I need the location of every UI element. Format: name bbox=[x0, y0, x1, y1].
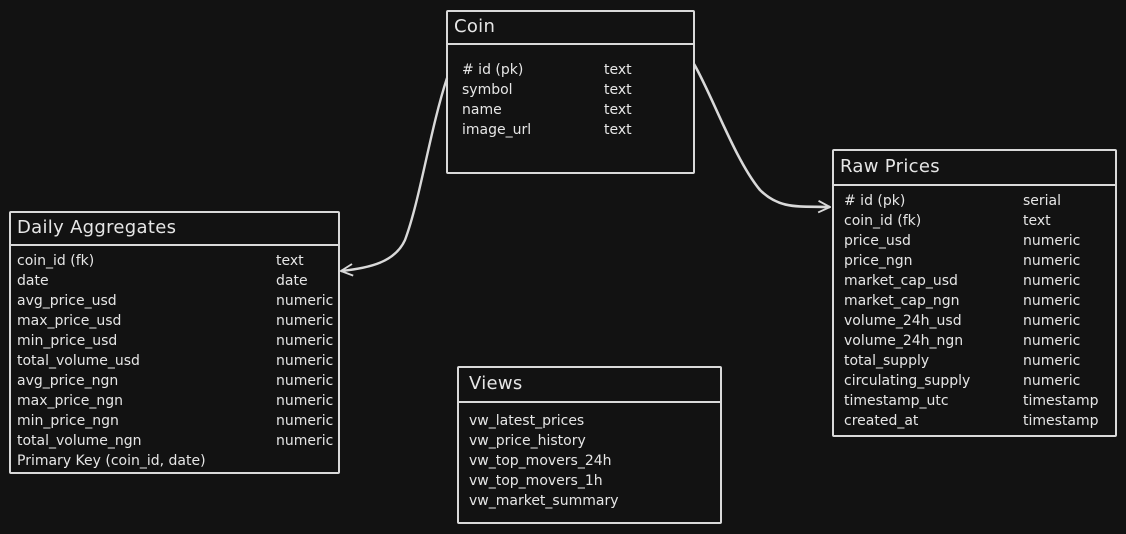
field-name: image_url bbox=[462, 122, 532, 138]
field-name: # id (pk) bbox=[844, 193, 906, 209]
raw-prices-field-list: # id (pk) serial coin_id (fk) text price… bbox=[834, 186, 1115, 435]
view-item: vw_top_movers_24h bbox=[469, 453, 612, 469]
field-type: numeric bbox=[276, 393, 334, 409]
field-name: total_volume_usd bbox=[17, 353, 140, 369]
field-name: name bbox=[462, 102, 502, 118]
coin-to-raw-prices-arrow bbox=[692, 63, 830, 207]
field-type: numeric bbox=[276, 413, 334, 429]
coin-table[interactable]: Coin # id (pk) text symbol text name tex… bbox=[446, 10, 695, 174]
view-item: vw_top_movers_1h bbox=[469, 473, 603, 489]
field-type: text bbox=[604, 82, 632, 98]
field-name: coin_id (fk) bbox=[844, 213, 922, 229]
coin-field-row: image_url text bbox=[448, 120, 693, 140]
field-type: numeric bbox=[1023, 273, 1081, 289]
field-name: date bbox=[17, 273, 49, 289]
field-type: text bbox=[276, 253, 304, 269]
daily-field-row: max_price_ngn numeric bbox=[11, 391, 338, 411]
field-name: price_usd bbox=[844, 233, 911, 249]
view-item: vw_market_summary bbox=[469, 493, 619, 509]
field-name: max_price_ngn bbox=[17, 393, 123, 409]
daily-field-row: max_price_usd numeric bbox=[11, 311, 338, 331]
field-name: timestamp_utc bbox=[844, 393, 949, 409]
field-type: text bbox=[1023, 213, 1051, 229]
raw-field-row: volume_24h_ngn numeric bbox=[834, 331, 1115, 351]
field-name: symbol bbox=[462, 82, 513, 98]
field-name: market_cap_usd bbox=[844, 273, 958, 289]
field-name: avg_price_usd bbox=[17, 293, 117, 309]
field-type: timestamp bbox=[1023, 393, 1099, 409]
raw-prices-table[interactable]: Raw Prices # id (pk) serial coin_id (fk)… bbox=[832, 149, 1117, 437]
view-item: vw_price_history bbox=[469, 433, 586, 449]
field-name: total_volume_ngn bbox=[17, 433, 142, 449]
field-type: numeric bbox=[276, 433, 334, 449]
field-name: coin_id (fk) bbox=[17, 253, 95, 269]
field-type: numeric bbox=[1023, 373, 1081, 389]
field-name: avg_price_ngn bbox=[17, 373, 119, 389]
daily-field-row: avg_price_ngn numeric bbox=[11, 371, 338, 391]
raw-prices-table-title: Raw Prices bbox=[834, 151, 1115, 186]
daily-aggregates-table-title: Daily Aggregates bbox=[11, 213, 338, 246]
field-name: max_price_usd bbox=[17, 313, 122, 329]
field-type: numeric bbox=[1023, 233, 1081, 249]
daily-field-row: date date bbox=[11, 271, 338, 291]
daily-field-row: total_volume_ngn numeric bbox=[11, 431, 338, 451]
daily-field-row: avg_price_usd numeric bbox=[11, 291, 338, 311]
field-type: numeric bbox=[276, 293, 334, 309]
raw-field-row: timestamp_utc timestamp bbox=[834, 391, 1115, 411]
daily-aggregates-table[interactable]: Daily Aggregates coin_id (fk) text date … bbox=[9, 211, 340, 474]
field-name: market_cap_ngn bbox=[844, 293, 960, 309]
field-type: numeric bbox=[1023, 293, 1081, 309]
field-name: price_ngn bbox=[844, 253, 913, 269]
coin-to-daily-aggregates-arrow bbox=[341, 77, 449, 271]
views-table[interactable]: Views vw_latest_prices vw_price_history … bbox=[457, 366, 722, 524]
field-type: numeric bbox=[276, 313, 334, 329]
daily-field-row: coin_id (fk) text bbox=[11, 251, 338, 271]
field-type: numeric bbox=[1023, 313, 1081, 329]
raw-field-row: market_cap_usd numeric bbox=[834, 271, 1115, 291]
raw-field-row: total_supply numeric bbox=[834, 351, 1115, 371]
raw-field-row: # id (pk) serial bbox=[834, 191, 1115, 211]
raw-field-row: circulating_supply numeric bbox=[834, 371, 1115, 391]
primary-key-note: Primary Key (coin_id, date) bbox=[17, 453, 206, 469]
views-table-title: Views bbox=[459, 368, 720, 403]
field-type: text bbox=[604, 62, 632, 78]
field-type: serial bbox=[1023, 193, 1062, 209]
coin-table-title: Coin bbox=[448, 12, 693, 45]
daily-field-row: total_volume_usd numeric bbox=[11, 351, 338, 371]
daily-field-row: min_price_ngn numeric bbox=[11, 411, 338, 431]
field-name: created_at bbox=[844, 413, 919, 429]
raw-field-row: created_at timestamp bbox=[834, 411, 1115, 431]
field-type: numeric bbox=[1023, 253, 1081, 269]
field-name: total_supply bbox=[844, 353, 930, 369]
coin-field-row: symbol text bbox=[448, 80, 693, 100]
field-name: # id (pk) bbox=[462, 62, 524, 78]
coin-field-row: # id (pk) text bbox=[448, 60, 693, 80]
field-name: volume_24h_usd bbox=[844, 313, 962, 329]
raw-field-row: price_ngn numeric bbox=[834, 251, 1115, 271]
raw-field-row: market_cap_ngn numeric bbox=[834, 291, 1115, 311]
field-name: volume_24h_ngn bbox=[844, 333, 964, 349]
view-item: vw_latest_prices bbox=[469, 413, 585, 429]
field-type: numeric bbox=[276, 373, 334, 389]
field-type: date bbox=[276, 273, 308, 289]
field-name: min_price_ngn bbox=[17, 413, 119, 429]
field-type: numeric bbox=[276, 353, 334, 369]
raw-field-row: volume_24h_usd numeric bbox=[834, 311, 1115, 331]
field-type: timestamp bbox=[1023, 413, 1099, 429]
views-list: vw_latest_prices vw_price_history vw_top… bbox=[459, 403, 720, 522]
field-type: numeric bbox=[1023, 333, 1081, 349]
raw-field-row: coin_id (fk) text bbox=[834, 211, 1115, 231]
coin-field-row: name text bbox=[448, 100, 693, 120]
coin-field-list: # id (pk) text symbol text name text ima… bbox=[448, 45, 693, 170]
field-type: text bbox=[604, 122, 632, 138]
field-name: circulating_supply bbox=[844, 373, 971, 389]
field-type: text bbox=[604, 102, 632, 118]
field-type: numeric bbox=[1023, 353, 1081, 369]
field-type: numeric bbox=[276, 333, 334, 349]
raw-field-row: price_usd numeric bbox=[834, 231, 1115, 251]
field-name: min_price_usd bbox=[17, 333, 118, 349]
daily-aggregates-field-list: coin_id (fk) text date date avg_price_us… bbox=[11, 246, 338, 472]
daily-field-row: min_price_usd numeric bbox=[11, 331, 338, 351]
